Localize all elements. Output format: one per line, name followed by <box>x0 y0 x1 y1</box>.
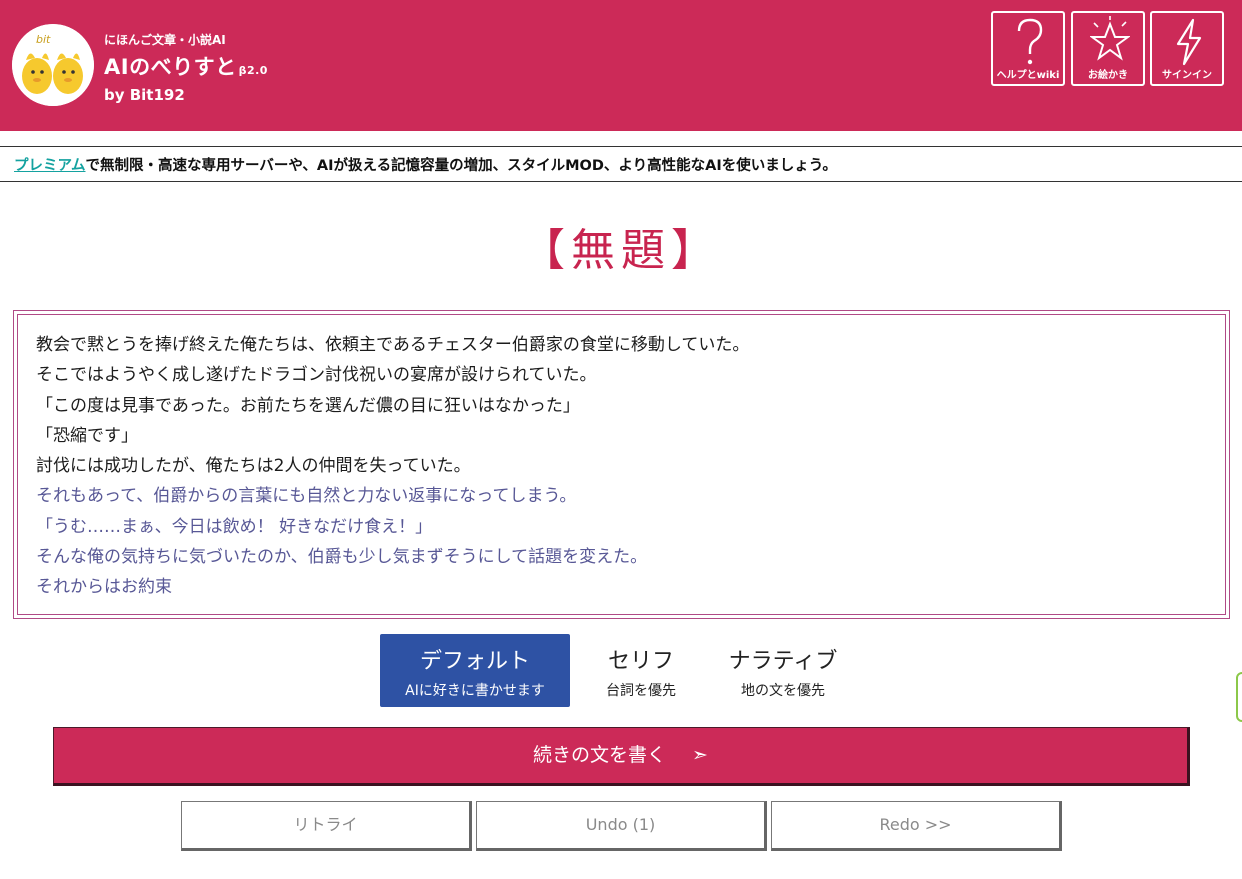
mode-default-description: AIに好きに書かせます <box>405 683 545 699</box>
mode-dialogue-description: 台詞を優先 <box>606 683 676 699</box>
undo-button[interactable]: Undo (1) <box>476 801 767 851</box>
help-wiki-label: ヘルプとwiki <box>996 70 1060 81</box>
brand-title-text: AIのべりすと <box>104 55 237 79</box>
story-line-generated: そんな俺の気持ちに気づいたのか、伯爵も少し気まずそうにして話題を変えた。 <box>36 547 648 568</box>
help-wiki-button[interactable]: ヘルプとwiki <box>991 11 1065 86</box>
logo-text: bit <box>36 33 51 46</box>
story-line: 教会で黙とうを捧げ終えた俺たちは、依頼主であるチェスター伯爵家の食堂に移動してい… <box>36 335 750 355</box>
brand-byline: by Bit192 <box>104 86 185 104</box>
brand-version: β2.0 <box>238 64 268 77</box>
story-line: 「恐縮です」 <box>36 425 138 446</box>
redo-button[interactable]: Redo >> <box>771 801 1062 851</box>
mode-dialogue-label: セリフ <box>607 649 674 674</box>
story-line-generated: それもあって、伯爵からの言葉にも自然と力ない返事になってしまう。 <box>36 486 577 507</box>
mode-narrative-button[interactable]: ナラティブ 地の文を優先 <box>712 634 854 707</box>
retry-button[interactable]: リトライ <box>181 801 472 851</box>
story-line: そこではようやく成し遂げたドラゴン討伐祝いの宴席が設けられていた。 <box>36 365 597 386</box>
star-icon <box>1090 16 1130 61</box>
story-line: 討伐には成功したが、俺たちは2人の仲間を失っていた。 <box>36 456 471 477</box>
premium-link[interactable]: プレミアム <box>14 158 86 174</box>
premium-notice: プレミアムで無制限・高速な専用サーバーや、AIが扱える記憶容量の増加、スタイルM… <box>0 146 1242 182</box>
mode-default-button[interactable]: デフォルト AIに好きに書かせます <box>380 634 570 707</box>
mode-dialogue-button[interactable]: セリフ 台詞を優先 <box>570 634 712 707</box>
story-editor[interactable]: 教会で黙とうを捧げ終えた俺たちは、依頼主であるチェスター伯爵家の食堂に移動してい… <box>13 310 1230 619</box>
logo-mascots-image: bit <box>12 24 94 106</box>
story-editor-inner[interactable]: 教会で黙とうを捧げ終えた俺たちは、依頼主であるチェスター伯爵家の食堂に移動してい… <box>17 314 1226 615</box>
drawing-label: お絵かき <box>1088 70 1128 81</box>
mode-narrative-label: ナラティブ <box>728 649 838 674</box>
app-header: bit にほんご文章・小説AI AIのべりすと β2.0 by Bit192 ヘル… <box>0 0 1242 131</box>
brand-title[interactable]: AIのべりすと β2.0 <box>104 51 268 81</box>
sign-in-button[interactable]: サインイン <box>1150 11 1224 86</box>
side-panel-tab[interactable] <box>1236 672 1242 722</box>
continue-writing-label: 続きの文を書く <box>533 744 667 766</box>
arrow-right-icon: ➣ <box>692 744 708 766</box>
brand-subtitle: にほんご文章・小説AI <box>104 33 226 47</box>
document-title[interactable]: 【無題】 <box>0 214 1242 278</box>
question-icon <box>1017 18 1043 65</box>
mode-default-label: デフォルト <box>419 649 530 674</box>
premium-notice-text: で無制限・高速な専用サーバーや、AIが扱える記憶容量の増加、スタイルMOD、より… <box>85 158 837 174</box>
bit192-logo[interactable]: bit <box>12 24 94 106</box>
continue-writing-button[interactable]: 続きの文を書く ➣ <box>53 727 1190 786</box>
mode-narrative-description: 地の文を優先 <box>741 683 825 699</box>
story-line-generated: それからはお約束 <box>36 577 172 598</box>
lightning-icon <box>1176 18 1202 66</box>
story-line-generated: 「うむ……まぁ、今日は飲め！ 好きなだけ食え！」 <box>36 516 433 537</box>
sign-in-label: サインイン <box>1162 70 1212 81</box>
story-line: 「この度は見事であった。お前たちを選んだ儂の目に狂いはなかった」 <box>36 395 580 416</box>
drawing-button[interactable]: お絵かき <box>1071 11 1145 86</box>
